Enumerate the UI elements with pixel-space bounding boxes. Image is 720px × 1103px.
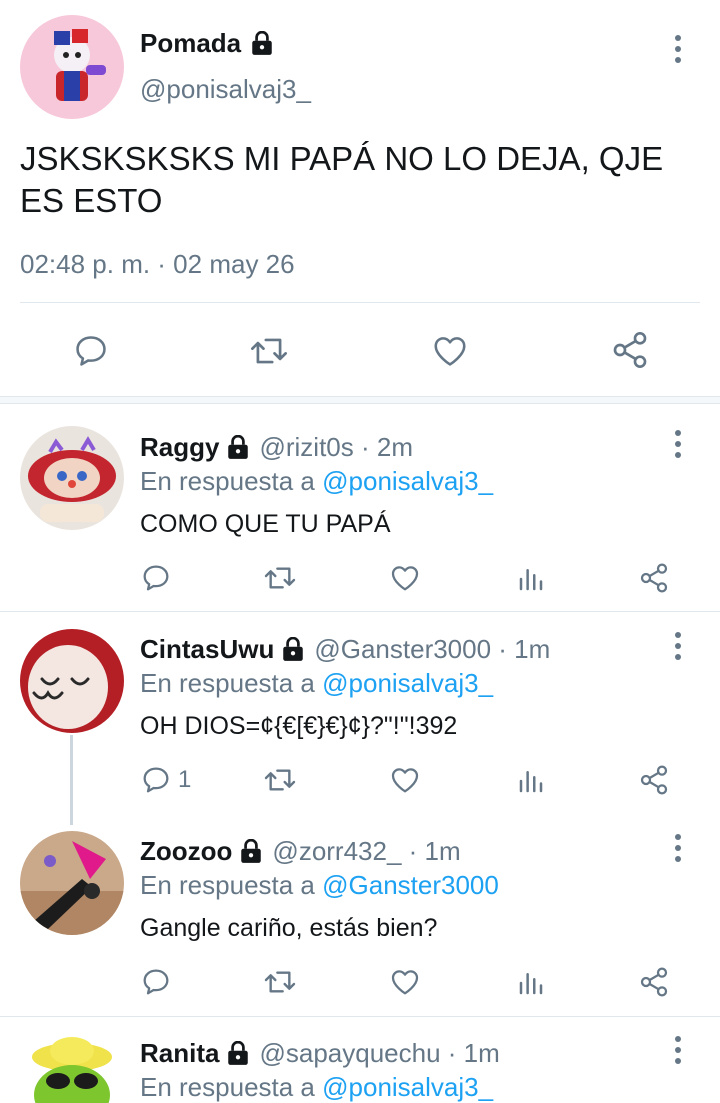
more-icon[interactable] [668,626,688,666]
divider [0,611,720,612]
author-handle[interactable]: @sapayquechu · 1m [259,1038,499,1069]
share-button[interactable] [638,764,670,796]
like-button[interactable] [430,332,470,370]
lock-icon [252,30,272,55]
more-icon[interactable] [668,29,688,69]
reply-button[interactable] [72,332,110,370]
author-name[interactable]: Pomada [140,28,275,59]
share-button[interactable] [638,966,670,998]
reply-header: Zoozoo @zorr432_ · 1m [140,836,461,867]
share-icon [640,765,668,795]
author-handle[interactable]: @rizit0s · 2m [259,432,413,463]
lock-icon [283,636,304,661]
author-name[interactable]: Ranita [140,1038,219,1069]
reply-text: Gangle cariño, estás bien? [140,914,438,942]
retweet-icon [264,971,296,993]
avatar[interactable] [20,629,124,733]
thread-line [70,735,73,825]
like-button[interactable] [388,966,422,998]
analytics-button[interactable] [516,766,546,796]
analytics-button[interactable] [516,968,546,998]
retweet-icon [264,769,296,791]
retweet-button[interactable] [262,764,298,796]
reply-header: CintasUwu @Ganster3000 · 1m [140,634,550,665]
reply-context: En respuesta a @ponisalvaj3_ [140,668,494,698]
reply-button[interactable] [140,562,178,594]
reply-header: Ranita @sapayquechu · 1m [140,1038,500,1069]
reply-text: OH DIOS=¢{€[€}€}¢}?"!"!392 [140,712,458,740]
reply-context: En respuesta a @ponisalvaj3_ [140,1072,494,1102]
share-button[interactable] [638,562,670,594]
author-name[interactable]: CintasUwu [140,634,274,665]
lock-icon [241,838,262,863]
more-icon[interactable] [668,1030,688,1070]
share-icon [640,967,668,997]
divider [0,1016,720,1017]
reply-button[interactable]: 1 [140,764,191,796]
like-icon [391,566,419,591]
share-icon [640,563,668,593]
mention-link[interactable]: @ponisalvaj3_ [322,1072,493,1102]
like-button[interactable] [388,764,422,796]
divider [20,302,700,303]
like-icon [391,970,419,995]
reply-context: En respuesta a @Ganster3000 [140,870,499,900]
like-button[interactable] [388,562,422,594]
mention-link[interactable]: @ponisalvaj3_ [322,668,493,698]
reply-icon [143,969,169,995]
retweet-icon [251,338,287,364]
retweet-button[interactable] [262,966,298,998]
reply-context: En respuesta a @ponisalvaj3_ [140,466,494,496]
reply-icon [143,565,169,591]
retweet-button[interactable] [262,562,298,594]
reply-count: 1 [178,766,192,793]
lock-icon [228,434,249,459]
like-icon [391,768,419,793]
avatar[interactable] [20,831,124,935]
author-name[interactable]: Raggy [140,432,219,463]
retweet-button[interactable] [248,332,290,370]
author-handle[interactable]: @zorr432_ · 1m [272,836,460,867]
section-divider [0,396,720,404]
analytics-button[interactable] [516,564,546,594]
mention-link[interactable]: @Ganster3000 [322,870,499,900]
reply-header: Raggy @rizit0s · 2m [140,432,413,463]
reply-text: COMO QUE TU PAPÁ [140,510,391,538]
reply-icon [143,767,169,793]
retweet-icon [264,567,296,589]
share-button[interactable] [610,330,650,370]
reply-button[interactable] [140,966,178,998]
tweet-timestamp[interactable]: 02:48 p. m. · 02 may 26 [20,249,295,280]
avatar[interactable] [20,426,124,530]
avatar[interactable] [20,15,124,119]
author-name[interactable]: Zoozoo [140,836,232,867]
lock-icon [228,1040,249,1065]
mention-link[interactable]: @ponisalvaj3_ [322,466,493,496]
author-handle[interactable]: @ponisalvaj3_ [140,74,311,105]
more-icon[interactable] [668,424,688,464]
author-handle[interactable]: @Ganster3000 · 1m [314,634,550,665]
reply-icon [76,336,106,366]
analytics-icon [519,569,543,591]
more-icon[interactable] [668,828,688,868]
share-icon [613,332,647,368]
author-name-label: Pomada [140,28,242,58]
analytics-icon [519,771,543,793]
analytics-icon [519,973,543,995]
avatar[interactable] [20,1033,124,1103]
tweet-text: JSKSKSKSKS MI PAPÁ NO LO DEJA, QJE ES ES… [20,140,664,219]
like-icon [434,337,466,366]
